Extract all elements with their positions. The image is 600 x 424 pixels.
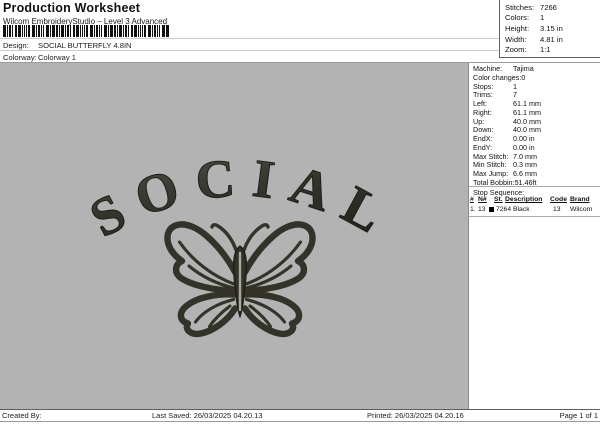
- colorway-label: Colorway:: [3, 52, 37, 62]
- machine-info-list: Machine: Tajima Color changes: 0 Stops: 1 T…: [473, 64, 599, 188]
- page-title: Production Worksheet: [3, 1, 141, 15]
- header-divider-1: [0, 38, 499, 39]
- color-changes-value: 0: [521, 72, 526, 82]
- colorway-value: Colorway 1: [38, 52, 76, 62]
- embroidery-design-preview: SOCIAL: [80, 146, 406, 409]
- stitches-value: 7266: [540, 2, 557, 12]
- col-brand: Brand: [570, 196, 590, 203]
- last-saved-text: Last Saved: 26/03/2025 04.20.13: [152, 411, 263, 420]
- colors-value: 1: [540, 13, 545, 23]
- summary-row: Height: 3.15 in: [505, 24, 598, 35]
- stitches-label: Stitches:: [505, 2, 535, 12]
- height-label: Height:: [505, 23, 530, 33]
- row-needle: 13: [478, 205, 486, 213]
- thread-color-swatch: [489, 207, 494, 212]
- stop-sequence-top-rule: [469, 186, 600, 187]
- col-needle: N#: [478, 196, 487, 203]
- col-code: Code: [550, 196, 567, 203]
- row-num: 1.: [470, 205, 476, 213]
- row-st: 7264: [496, 205, 512, 213]
- stitch-summary-box: Stitches: 7266 Colors: 1 Height: 3.15 in Wi…: [499, 0, 600, 58]
- barcode-icon: [3, 25, 173, 37]
- row-brand: Wilcom: [570, 205, 593, 213]
- zoom-value: 1:1: [540, 45, 551, 55]
- summary-row: Width: 4.81 in: [505, 35, 598, 46]
- colors-label: Colors:: [505, 13, 530, 23]
- machine-info-panel: Machine: Tajima Color changes: 0 Stops: 1 T…: [469, 63, 600, 409]
- col-st: St.: [494, 196, 503, 203]
- created-by-label: Created By:: [2, 411, 42, 420]
- design-label: Design:: [3, 40, 29, 50]
- summary-row: Zoom: 1:1: [505, 45, 598, 56]
- header-divider-2: [0, 50, 499, 51]
- stop-sequence-bottom-rule: [469, 216, 600, 217]
- row-code: 13: [553, 205, 561, 213]
- production-worksheet-page: Production Worksheet Wilcom EmbroiderySt…: [0, 0, 600, 424]
- zoom-label: Zoom:: [505, 45, 527, 55]
- page-number: Page 1 of 1: [559, 411, 598, 420]
- summary-row: Colors: 1: [505, 13, 598, 24]
- butterfly-motif: [167, 224, 312, 333]
- col-description: Description: [505, 196, 543, 203]
- col-num: #: [470, 196, 474, 203]
- design-canvas: SOCIAL: [0, 63, 469, 409]
- printed-text: Printed: 26/03/2025 04.20.16: [367, 411, 464, 420]
- width-label: Width:: [505, 34, 527, 44]
- design-value: SOCIAL BUTTERFLY 4.8IN: [38, 40, 132, 50]
- footer-top-rule: [0, 409, 600, 410]
- width-value: 4.81 in: [540, 34, 563, 44]
- height-value: 3.15 in: [540, 23, 563, 33]
- footer-bottom-rule: [0, 421, 600, 422]
- row-description: Black: [513, 205, 530, 213]
- summary-row: Stitches: 7266: [505, 3, 598, 14]
- arched-design-text: SOCIAL: [80, 147, 406, 252]
